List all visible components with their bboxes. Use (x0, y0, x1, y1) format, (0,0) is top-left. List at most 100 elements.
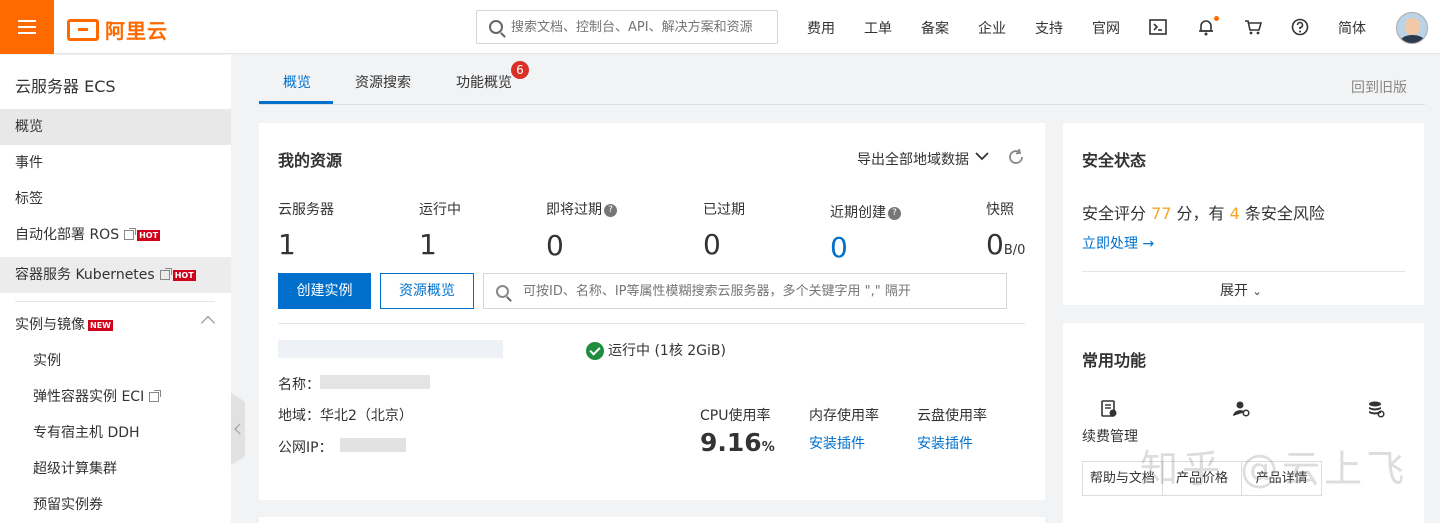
disk-usage-label: 云盘使用率 (917, 408, 987, 424)
sidebar-item-ddh[interactable]: 专有宿主机 DDH (0, 415, 231, 451)
security-risk-count: 4 (1229, 204, 1240, 223)
stat-value-running[interactable]: 1 (419, 228, 437, 261)
hot-badge: HOT (172, 269, 196, 281)
cpu-usage-unit: % (761, 440, 775, 455)
notification-dot (1214, 16, 1219, 21)
help-icon[interactable] (1290, 17, 1310, 37)
user-settings-icon[interactable] (1232, 400, 1250, 418)
sidebar-title: 云服务器 ECS (15, 77, 116, 96)
nav-enterprise[interactable]: 企业 (978, 18, 1006, 38)
sidebar-group-instances[interactable]: 实例与镜像 NEW (0, 307, 231, 343)
create-instance-button[interactable]: 创建实例 (278, 273, 371, 309)
score-suffix: 条安全风险 (1239, 204, 1325, 223)
stat-label-snapshots: 快照 (986, 202, 1014, 218)
instance-name-label: 名称： (278, 377, 320, 393)
renew-management-label[interactable]: 续费管理 (1082, 426, 1138, 446)
instance-spec: (1核 2GiB) (654, 343, 726, 359)
expand-button[interactable]: 展开 ⌄ (1220, 280, 1262, 300)
nav-ticket[interactable]: 工单 (864, 18, 892, 38)
common-functions-title: 常用功能 (1082, 351, 1147, 370)
aliyun-logo[interactable]: 阿里云 (67, 15, 168, 44)
sidebar-item-events[interactable]: 事件 (0, 145, 231, 181)
language-switch[interactable]: 简体 (1338, 18, 1366, 38)
sidebar-item-reserved[interactable]: 预留实例券 (0, 487, 231, 523)
new-badge: NEW (88, 319, 113, 331)
sidebar-item-instances[interactable]: 实例 (0, 343, 231, 379)
sidebar-item-eci[interactable]: 弹性容器实例 ECI (0, 379, 231, 415)
sidebar-item-label: 事件 (15, 155, 43, 171)
security-score: 77 (1151, 204, 1172, 223)
stat-label-servers: 云服务器 (278, 202, 334, 218)
terminal-icon[interactable] (1148, 17, 1168, 37)
instance-id-redacted[interactable] (278, 340, 503, 358)
resource-search[interactable] (483, 273, 1007, 309)
search-icon (496, 284, 509, 298)
security-score-text: 安全评分 77 分，有 4 条安全风险 (1082, 200, 1325, 224)
export-region-data[interactable]: 导出全部地域数据 (857, 149, 969, 169)
sidebar-group-label: 实例与镜像 (15, 317, 85, 333)
tab-resource-search[interactable]: 资源搜索 (355, 72, 411, 92)
logo-text: 阿里云 (105, 19, 168, 43)
sidebar-item-kubernetes[interactable]: 容器服务 Kubernetes HOT (0, 257, 231, 293)
question-icon[interactable]: ? (888, 206, 901, 220)
resource-overview-button[interactable]: 资源概览 (380, 273, 474, 309)
stat-value-expiring[interactable]: 0 (546, 229, 564, 262)
stat-value-snapshots[interactable]: 0B/0 (986, 228, 1025, 261)
snapshot-count: 0 (986, 228, 1004, 261)
instance-region: 地域：华北2（北京） (278, 408, 413, 424)
stat-value-recent[interactable]: 0 (830, 231, 848, 264)
memory-install-plugin-link[interactable]: 安装插件 (809, 433, 865, 453)
sidebar-item-label: 预留实例券 (33, 497, 103, 513)
user-avatar[interactable] (1396, 12, 1428, 44)
security-title: 安全状态 (1082, 151, 1147, 170)
instance-status: 运行中 (1核 2GiB) (586, 340, 726, 360)
next-card-edge (259, 517, 1045, 523)
stat-value-servers[interactable]: 1 (278, 228, 296, 261)
back-to-old-version-link[interactable]: 回到旧版 (1351, 77, 1407, 97)
refresh-icon[interactable] (1007, 148, 1025, 166)
disk-install-plugin-link[interactable]: 安装插件 (917, 433, 973, 453)
database-icon[interactable] (1367, 400, 1385, 418)
tab-overview[interactable]: 概览 (283, 72, 311, 92)
sidebar-collapse-handle[interactable] (231, 393, 245, 465)
renew-icon[interactable] (1100, 400, 1118, 418)
zhihu-watermark: 知乎 @云上飞 (1140, 447, 1409, 491)
active-tab-indicator (259, 101, 333, 104)
chevron-down-icon[interactable] (975, 151, 989, 161)
top-bar: 阿里云 费用 工单 备案 企业 支持 官网 简体 (0, 0, 1440, 54)
score-prefix: 安全评分 (1082, 204, 1152, 223)
sidebar-item-label: 容器服务 Kubernetes (15, 267, 155, 283)
nav-billing[interactable]: 费用 (807, 18, 835, 38)
menu-icon[interactable] (0, 0, 54, 54)
sidebar-divider (15, 301, 215, 302)
logo-mark-icon (67, 18, 99, 41)
cart-icon[interactable] (1243, 17, 1263, 37)
nav-support[interactable]: 支持 (1035, 18, 1063, 38)
global-search[interactable] (476, 10, 778, 44)
sidebar-item-tags[interactable]: 标签 (0, 181, 231, 217)
nav-official-site[interactable]: 官网 (1092, 18, 1120, 38)
snapshot-unit: B/0 (1003, 243, 1026, 258)
sidebar-item-ros[interactable]: 自动化部署 ROS HOT (0, 217, 231, 253)
sidebar-item-overview[interactable]: 概览 (0, 109, 231, 145)
bell-icon[interactable] (1196, 16, 1219, 37)
cpu-usage-label: CPU使用率 (700, 408, 771, 424)
security-divider (1082, 271, 1405, 272)
tab-features[interactable]: 功能概览 (456, 72, 512, 92)
stat-value-expired[interactable]: 0 (703, 228, 721, 261)
resource-search-input[interactable] (523, 283, 1003, 299)
memory-usage-label: 内存使用率 (809, 408, 879, 424)
stat-label-recent: 近期创建? (830, 202, 901, 222)
expand-label: 展开 (1220, 283, 1248, 299)
handle-now-link[interactable]: 立即处理 → (1082, 233, 1154, 253)
sidebar: 云服务器 ECS 概览 事件 标签 自动化部署 ROS HOT 容器服务 Kube… (0, 55, 231, 523)
sidebar-item-scc[interactable]: 超级计算集群 (0, 451, 231, 487)
sidebar-item-label: 自动化部署 ROS (15, 227, 120, 243)
nav-icp[interactable]: 备案 (921, 18, 949, 38)
check-circle-icon (586, 342, 604, 360)
global-search-input[interactable] (511, 19, 771, 35)
question-icon[interactable]: ? (604, 203, 617, 217)
card-divider (278, 323, 1025, 324)
stat-label-expired: 已过期 (703, 202, 745, 218)
external-link-icon (149, 390, 162, 402)
